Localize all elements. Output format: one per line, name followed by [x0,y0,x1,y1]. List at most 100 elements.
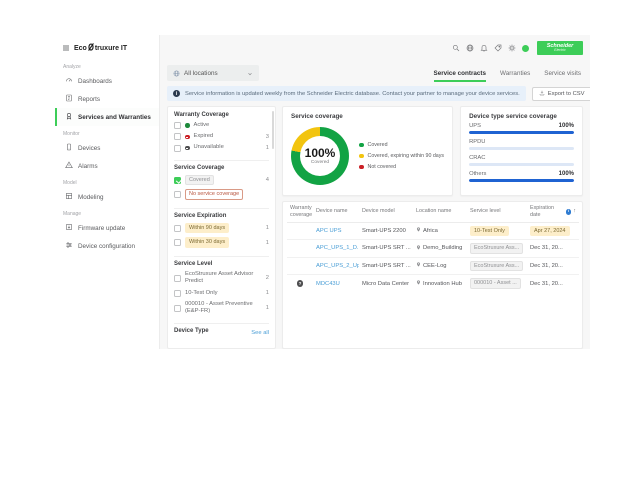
nav-section-model: Model [55,175,159,188]
table-row[interactable]: APC_UPS_2_Up Smart-UPS SRT ... CEE-Log E… [287,257,579,275]
settings-gear-icon[interactable] [508,44,516,52]
tab-service-contracts[interactable]: Service contracts [434,70,487,82]
sidebar-item-modeling[interactable]: Modeling [55,188,159,206]
service-level-chip: EcoStruxure Ass... [470,243,523,254]
progress-track [469,163,574,166]
sidebar-item-reports[interactable]: Reports [55,90,159,108]
device-name-link[interactable]: APC_UPS_2_Up [316,263,359,269]
checkbox[interactable] [174,133,181,140]
filter-option-within-90-days[interactable]: Within 90 days 1 [174,223,269,234]
header-device-model[interactable]: Device model [359,202,413,222]
filter-group-service-level: Service Level EcoStruxure Asset Advisor … [174,261,269,324]
legend-item-covered: Covered [359,142,444,148]
devices-icon [65,143,73,153]
bar-row-crac: CRAC [469,155,574,166]
location-name: Africa [423,228,438,234]
sidebar-item-label: Reports [78,96,100,103]
filter-option-covered[interactable]: Covered 4 [174,175,269,186]
filter-option-expired[interactable]: Expired 3 [174,133,269,140]
filter-option-asset-advisor-predict[interactable]: EcoStruxure Asset Advisor Predict 2 [174,271,269,285]
sidebar-item-label: Devices [78,145,100,152]
checkbox-checked[interactable] [174,177,181,184]
expiration-date: Dec 31, 20... [527,275,579,292]
filter-group-title: Warranty Coverage [174,112,269,118]
device-name-link[interactable]: APC_UPS_1_D... [316,245,359,251]
notifications-bell-icon[interactable] [480,44,488,52]
unavailable-status-icon [185,146,190,151]
export-label: Export to CSV [548,91,585,97]
expiration-date: Dec 31, 20... [527,240,579,258]
donut-center: 100% Covered [300,136,340,176]
header-warranty-coverage[interactable]: Warranty coverage [287,202,313,222]
banner-text: Service information is updated weekly fr… [185,91,520,97]
device-name-link[interactable]: APC UPS [316,228,341,234]
user-avatar[interactable] [522,45,529,52]
report-icon [65,94,73,104]
sidebar-item-dashboards[interactable]: Dashboards [55,72,159,90]
right-column: Service coverage 100% Covered [282,106,583,349]
expiration-info-icon[interactable]: i [566,209,572,215]
sidebar-item-services-and-warranties[interactable]: Services and Warranties [55,108,159,126]
sidebar-item-device-configuration[interactable]: Device configuration [55,237,159,255]
filter-option-no-service-coverage[interactable]: No service coverage [174,189,269,200]
legend-item-expiring: Covered, expiring within 90 days [359,153,444,159]
gauge-icon [65,76,73,86]
header-device-name[interactable]: Device name [313,202,359,222]
location-selector[interactable]: All locations [167,65,259,81]
within-90-chip: Within 90 days [185,223,229,234]
checkbox[interactable] [174,191,181,198]
help-globe-icon[interactable] [466,44,474,52]
logo-text-post: truxure IT [95,45,127,52]
sort-ascending-icon[interactable]: ↑ [573,208,576,215]
nav-section-monitor: Monitor [55,126,159,139]
checkbox[interactable] [174,290,181,297]
sliders-icon [65,241,73,251]
download-icon [539,90,545,98]
export-to-csv-button[interactable]: Export to CSV [532,87,590,101]
sidebar-item-label: Services and Warranties [78,114,151,121]
checkbox[interactable] [174,305,181,312]
filter-scrollbar[interactable] [272,111,274,149]
header-service-level[interactable]: Service level [467,202,527,222]
header-expiration-date[interactable]: Expiration date i ↑ [527,202,579,222]
location-pin-icon [416,262,421,269]
filter-option-asset-preventive[interactable]: 000010 - Asset Preventive (E&P-FR) 1 [174,301,269,315]
checkbox[interactable] [174,145,181,152]
device-name-link[interactable]: MDC43U [316,281,340,287]
filter-option-unavailable[interactable]: Unavailable 1 [174,144,269,151]
service-level-chip: 10-Test Only [470,226,509,237]
progress-fill [469,179,574,182]
feedback-tag-icon[interactable] [494,44,502,52]
checkbox[interactable] [174,225,181,232]
filter-option-active[interactable]: Active [174,122,269,129]
donut-center-value: 100% [305,147,336,159]
donut-legend: Covered Covered, expiring within 90 days… [359,142,444,170]
progress-track [469,179,574,182]
progress-fill [469,131,574,134]
sidebar-item-firmware-update[interactable]: Firmware update [55,219,159,237]
sidebar-item-alarms[interactable]: Alarms [55,157,159,175]
table-row[interactable]: ? MDC43U Micro Data Center Innovation Hu… [287,275,579,292]
hamburger-menu-icon[interactable] [62,44,70,52]
header-location-name[interactable]: Location name [413,202,467,222]
tab-warranties[interactable]: Warranties [500,70,530,82]
schneider-electric-logo-button[interactable]: Schneider Electric [537,41,583,55]
location-pin-icon [416,227,421,234]
checkbox[interactable] [174,239,181,246]
filter-option-within-30-days[interactable]: Within 30 days 1 [174,237,269,248]
search-icon[interactable] [452,44,460,52]
sidebar-item-devices[interactable]: Devices [55,139,159,157]
filter-option-10-test-only[interactable]: 10-Test Only 1 [174,290,269,297]
checkbox[interactable] [174,122,181,129]
see-all-link[interactable]: See all [251,330,269,336]
table-row[interactable]: APC_UPS_1_D... Smart-UPS SRT ... Demo_Bu… [287,240,579,258]
table-row[interactable]: APC UPS Smart-UPS 2200 Africa 10-Test On… [287,222,579,240]
info-icon: i [173,90,180,97]
card-title: Device type service coverage [469,113,574,120]
no-coverage-chip: No service coverage [185,189,243,200]
checkbox[interactable] [174,275,181,282]
chevron-down-icon [247,64,253,82]
content-area: Warranty Coverage Active Expired 3 [167,106,583,349]
location-name: Demo_Building [423,245,462,251]
tab-service-visits[interactable]: Service visits [544,70,581,82]
